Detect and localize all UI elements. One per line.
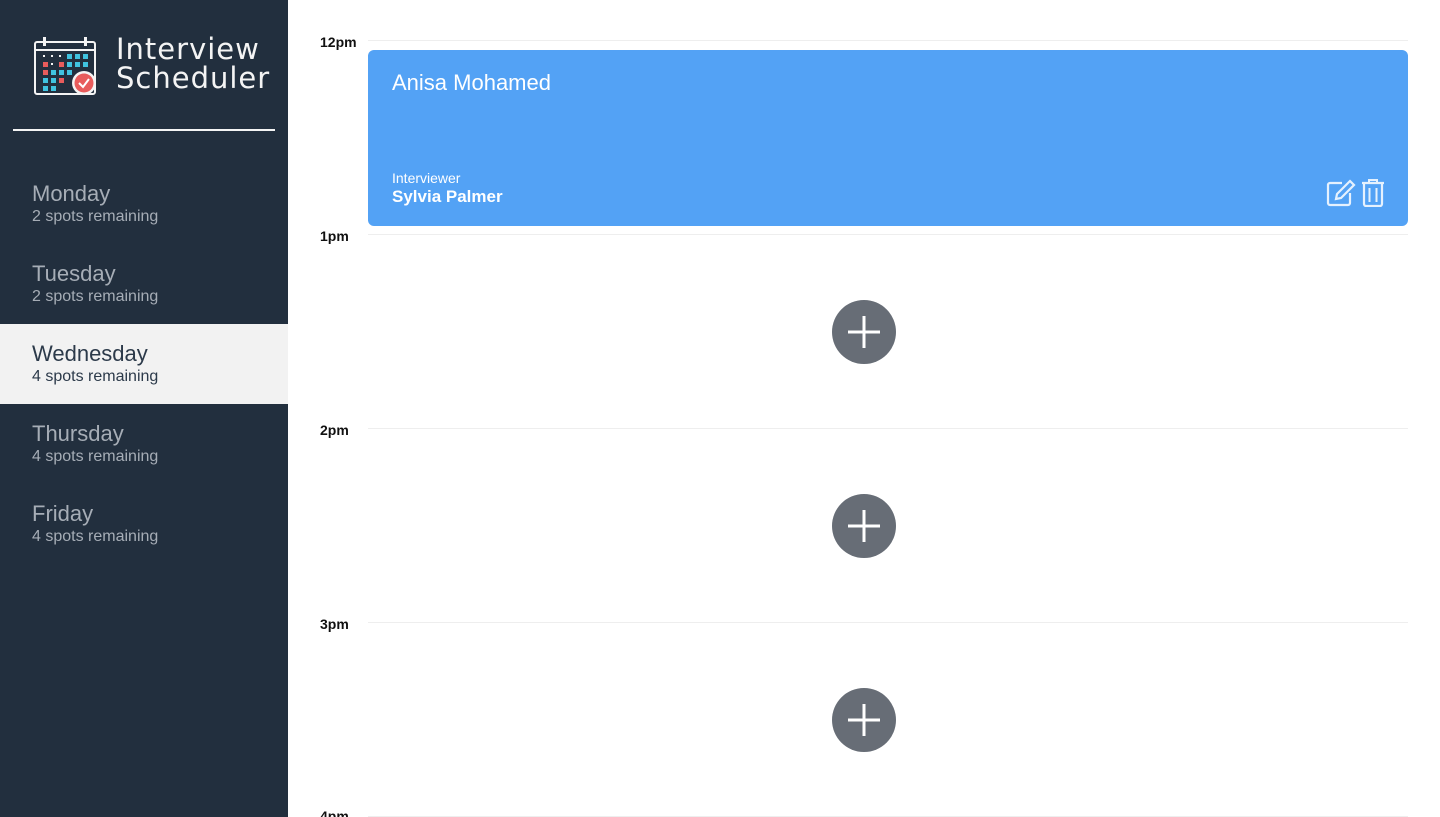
app-title: Interview Scheduler: [116, 35, 270, 93]
hour-line: [368, 622, 1408, 623]
sidebar-divider: [13, 129, 275, 131]
plus-icon: [848, 316, 880, 348]
hour-line: [368, 40, 1408, 41]
day-item-friday[interactable]: Friday 4 spots remaining: [0, 484, 288, 564]
day-list: Monday 2 spots remaining Tuesday 2 spots…: [0, 164, 288, 564]
day-name: Monday: [32, 181, 111, 206]
edit-icon[interactable]: [1326, 179, 1356, 207]
app-title-line1: Interview: [116, 32, 260, 66]
app-title-line2: Scheduler: [116, 61, 271, 95]
time-label: 2pm: [320, 422, 349, 438]
add-appointment-button[interactable]: [832, 300, 896, 364]
calendar-check-icon: [34, 37, 96, 95]
day-spots: 4 spots remaining: [32, 528, 159, 545]
day-name: Wednesday: [32, 341, 148, 366]
time-label: 1pm: [320, 228, 349, 244]
plus-icon: [848, 510, 880, 542]
hour-line: [368, 428, 1408, 429]
interviewer-name: Sylvia Palmer: [392, 187, 503, 206]
day-spots: 2 spots remaining: [32, 288, 159, 305]
day-item-tuesday[interactable]: Tuesday 2 spots remaining: [0, 244, 288, 324]
hour-line: [368, 234, 1408, 235]
time-label: 3pm: [320, 616, 349, 632]
plus-icon: [848, 704, 880, 736]
add-appointment-button[interactable]: [832, 494, 896, 558]
add-appointment-button[interactable]: [832, 688, 896, 752]
day-name: Thursday: [32, 421, 124, 446]
trash-icon[interactable]: [1361, 179, 1385, 207]
day-spots: 4 spots remaining: [32, 448, 159, 465]
sidebar: Interview Scheduler Monday 2 spots remai…: [0, 0, 288, 817]
day-item-wednesday[interactable]: Wednesday 4 spots remaining: [0, 324, 288, 404]
interviewer-label: Interviewer: [392, 170, 461, 186]
time-label: 12pm: [320, 34, 357, 50]
day-spots: 4 spots remaining: [32, 368, 159, 385]
schedule: 12pm Anisa Mohamed Interviewer Sylvia Pa…: [288, 0, 1440, 817]
day-name: Tuesday: [32, 261, 116, 286]
appointment-card: Anisa Mohamed Interviewer Sylvia Palmer: [368, 50, 1408, 226]
day-item-monday[interactable]: Monday 2 spots remaining: [0, 164, 288, 244]
day-spots: 2 spots remaining: [32, 208, 159, 225]
day-item-thursday[interactable]: Thursday 4 spots remaining: [0, 404, 288, 484]
day-name: Friday: [32, 501, 94, 526]
time-label: 4pm: [320, 808, 349, 817]
student-name: Anisa Mohamed: [392, 70, 551, 95]
